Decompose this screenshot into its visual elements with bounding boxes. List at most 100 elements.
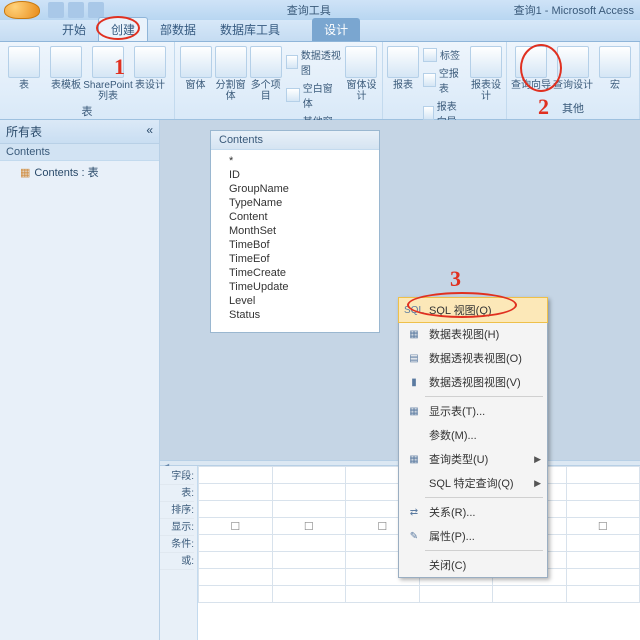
ctx-datasheet-view[interactable]: ▦数据表视图(H) [399,322,547,346]
grid-cell[interactable] [199,569,273,586]
grid-cell[interactable] [346,586,420,603]
grid-cell[interactable] [566,518,640,535]
query-wizard-icon [515,46,547,78]
grid-cell[interactable] [199,518,273,535]
btn-table-design[interactable]: 表设计 [130,44,170,102]
tab-design[interactable]: 设计 [312,18,360,41]
field-item[interactable]: ID [229,168,371,182]
tab-dbtools[interactable]: 数据库工具 [208,18,292,41]
btn-report-design[interactable]: 报表设计 [470,44,502,129]
field-item[interactable]: GroupName [229,182,371,196]
grid-cell[interactable] [199,535,273,552]
field-item[interactable]: TimeCreate [229,266,371,280]
show-table-icon: ▦ [405,403,423,419]
field-item[interactable]: TimeEof [229,252,371,266]
qat-save-icon[interactable] [48,2,64,18]
btn-blank-form[interactable]: 空白窗体 [284,79,343,111]
fieldlist-body: *IDGroupNameTypeNameContentMonthSetTimeB… [211,150,379,332]
group-tables: 表 表模板 SharePoint 列表 表设计 表 [0,42,175,119]
btn-labels[interactable]: 标签 [421,46,468,63]
field-item[interactable]: MonthSet [229,224,371,238]
ctx-pivottable-view[interactable]: ▤数据透视表视图(O) [399,346,547,370]
grid-row-label: 排序: [160,502,194,519]
btn-query-wizard[interactable]: 查询向导 [511,44,551,99]
ctx-relationships[interactable]: ⇄关系(R)... [399,500,547,524]
tab-create[interactable]: 创建 [98,17,148,41]
ctx-parameters[interactable]: 参数(M)... [399,423,547,447]
ctx-show-table[interactable]: ▦显示表(T)... [399,399,547,423]
grid-cell[interactable] [272,467,346,484]
form-design-icon [345,46,377,78]
pivottable-icon: ▤ [405,350,423,366]
pivot-chart-icon [286,55,298,69]
grid-cell[interactable] [419,586,493,603]
group-label-other: 其他 [511,99,635,117]
ctx-close[interactable]: 关闭(C) [399,553,547,577]
btn-table-template[interactable]: 表模板 [46,44,86,102]
separator [425,497,543,498]
titlebar: 查询工具 查询1 - Microsoft Access [0,0,640,20]
grid-cell[interactable] [566,552,640,569]
ctx-sql-view[interactable]: SQLSQL 视图(Q) [398,297,548,323]
group-other: 查询向导 查询设计 宏 其他 [507,42,640,119]
field-item[interactable]: Status [229,308,371,322]
nav-item-contents[interactable]: Contents : 表 [0,161,159,183]
nav-group[interactable]: Contents [0,144,159,161]
nav-pane: 所有表« Contents Contents : 表 [0,120,160,640]
grid-cell[interactable] [566,586,640,603]
grid-cell[interactable] [566,569,640,586]
tab-external[interactable]: 部数据 [148,18,208,41]
btn-table[interactable]: 表 [4,44,44,102]
grid-cell[interactable] [272,501,346,518]
grid-row-label: 显示: [160,519,194,536]
grid-cell[interactable] [199,552,273,569]
grid-cell[interactable] [199,467,273,484]
split-form-icon [215,46,247,78]
grid-cell[interactable] [566,501,640,518]
office-orb[interactable] [4,1,40,19]
grid-cell[interactable] [272,484,346,501]
btn-sharepoint[interactable]: SharePoint 列表 [88,44,128,102]
report-design-icon [470,46,502,78]
grid-cell[interactable] [199,586,273,603]
grid-cell[interactable] [199,501,273,518]
table-design-icon [134,46,166,78]
field-item[interactable]: Level [229,294,371,308]
qat-undo-icon[interactable] [68,2,84,18]
grid-cell[interactable] [566,535,640,552]
ctx-sql-specific[interactable]: SQL 特定查询(Q)▶ [399,471,547,495]
qat-redo-icon[interactable] [88,2,104,18]
grid-cell[interactable] [272,552,346,569]
ctx-properties[interactable]: ✎属性(P)... [399,524,547,548]
btn-blank-report[interactable]: 空报表 [421,64,468,96]
nav-header[interactable]: 所有表« [0,120,159,144]
group-reports: 报表 标签 空报表 报表向导 报表设计 报表 [383,42,507,119]
btn-macro[interactable]: 宏 [595,44,635,99]
macro-icon [599,46,631,78]
btn-query-design[interactable]: 查询设计 [553,44,593,99]
grid-cell[interactable] [272,569,346,586]
fieldlist-contents[interactable]: Contents *IDGroupNameTypeNameContentMont… [210,130,380,333]
group-label-tables: 表 [4,102,170,120]
ctx-pivotchart-view[interactable]: ▮数据透视图视图(V) [399,370,547,394]
btn-pivot-chart[interactable]: 数据透视图 [284,46,343,78]
grid-cell[interactable] [493,586,567,603]
field-item[interactable]: TimeUpdate [229,280,371,294]
labels-icon [423,48,437,62]
grid-cell[interactable] [566,467,640,484]
ctx-query-type[interactable]: ▦查询类型(U)▶ [399,447,547,471]
btn-report[interactable]: 报表 [387,44,419,129]
grid-cell[interactable] [272,586,346,603]
grid-row-label: 字段: [160,468,194,485]
field-item[interactable]: * [229,154,371,168]
props-icon: ✎ [405,528,423,544]
grid-cell[interactable] [272,518,346,535]
tab-start[interactable]: 开始 [50,18,98,41]
quick-access-toolbar [48,2,104,18]
grid-cell[interactable] [566,484,640,501]
field-item[interactable]: Content [229,210,371,224]
grid-cell[interactable] [199,484,273,501]
grid-cell[interactable] [272,535,346,552]
field-item[interactable]: TimeBof [229,238,371,252]
field-item[interactable]: TypeName [229,196,371,210]
